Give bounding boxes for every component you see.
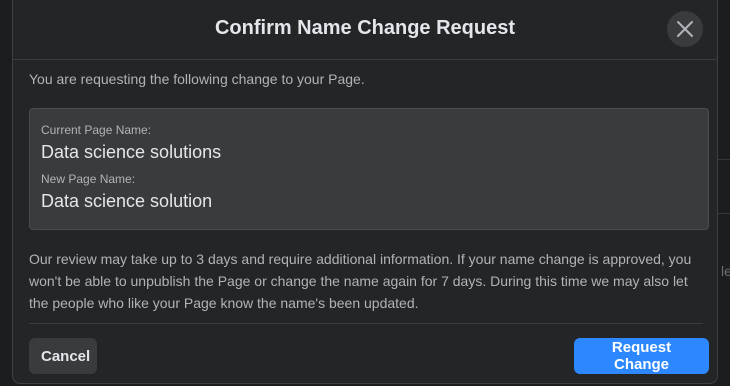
dialog-header: Confirm Name Change Request bbox=[13, 0, 717, 60]
background-divider bbox=[718, 159, 730, 160]
name-change-summary: Current Page Name: Data science solution… bbox=[29, 108, 709, 230]
background-text: le bbox=[721, 263, 730, 279]
dialog-title: Confirm Name Change Request bbox=[214, 17, 516, 39]
footer-divider bbox=[29, 323, 703, 324]
background-divider bbox=[718, 213, 730, 214]
cancel-button[interactable]: Cancel bbox=[29, 338, 97, 374]
current-name-label: Current Page Name: bbox=[41, 123, 152, 137]
review-notice: Our review may take up to 3 days and req… bbox=[29, 251, 692, 311]
close-icon bbox=[677, 21, 693, 37]
new-name-label: New Page Name: bbox=[41, 172, 136, 186]
new-name-value: Data science solution bbox=[41, 191, 213, 211]
intro-text: You are requesting the following change … bbox=[29, 71, 365, 87]
current-name-value: Data science solutions bbox=[41, 142, 222, 162]
confirm-name-change-dialog: Confirm Name Change Request You are requ… bbox=[12, 0, 718, 384]
close-button[interactable] bbox=[667, 11, 703, 47]
request-change-button[interactable]: Request Change bbox=[574, 338, 709, 374]
